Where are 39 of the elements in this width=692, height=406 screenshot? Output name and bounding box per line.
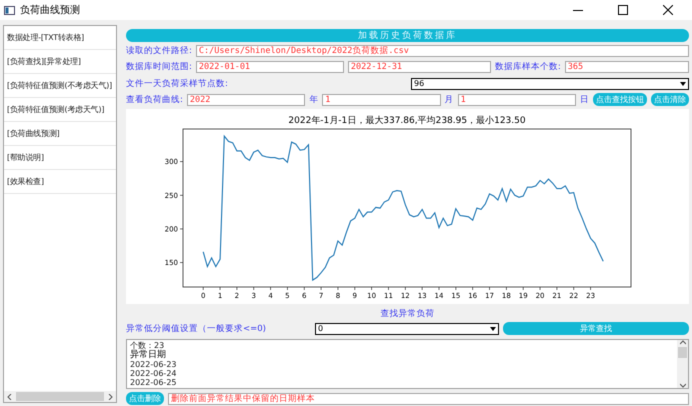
end-date-field[interactable]: 2022-12-31 bbox=[348, 61, 491, 74]
load-database-button[interactable]: 加载历史负荷数据库 bbox=[126, 29, 689, 42]
close-icon bbox=[663, 5, 673, 15]
view-curve-label: 查看负荷曲线: bbox=[126, 94, 183, 106]
clear-button[interactable]: 点击清除 bbox=[651, 93, 689, 106]
caret-icon bbox=[490, 326, 496, 331]
sampling-nodes-dropdown[interactable]: 96 bbox=[411, 78, 689, 90]
caret-icon bbox=[680, 82, 686, 86]
app-icon bbox=[4, 6, 15, 14]
list-line: 2022-06-24 bbox=[130, 368, 178, 378]
day-field[interactable]: 1 bbox=[458, 94, 576, 106]
maximize-icon bbox=[618, 5, 628, 15]
window-title: 负荷曲线预测 bbox=[20, 4, 80, 17]
year-field[interactable]: 2022 bbox=[186, 94, 306, 106]
sampling-nodes-label: 文件一天负荷采样节点数: bbox=[126, 78, 228, 90]
year-label: 年 bbox=[309, 94, 318, 106]
vertical-scrollbar[interactable] bbox=[677, 340, 688, 388]
day-label: 日 bbox=[580, 94, 589, 106]
anomaly-find-button[interactable]: 异常查找 bbox=[503, 322, 689, 336]
chart-title: 2022年-1月-1日，最大337.86,平均238.95，最小123.50 bbox=[288, 116, 526, 126]
delete-button[interactable]: 点击删除 bbox=[126, 392, 164, 406]
list-line: 个数：23 bbox=[130, 340, 164, 350]
sample-count-label: 数据库样本个数: bbox=[494, 61, 561, 74]
threshold-dropdown[interactable]: 0 bbox=[315, 322, 499, 335]
start-date-field[interactable]: 2022-01-01 bbox=[196, 61, 344, 74]
file-path-field[interactable]: C:/Users/Shinelon/Desktop/2022负荷数据.csv bbox=[196, 45, 689, 58]
anomaly-heading: 查找异常负荷 bbox=[380, 308, 436, 320]
sample-count-field[interactable]: 365 bbox=[564, 61, 689, 74]
list-line: 2022-06-25 bbox=[130, 378, 178, 387]
month-label: 月 bbox=[444, 94, 454, 106]
month-field[interactable]: 1 bbox=[322, 94, 441, 106]
list-line: 2022-06-23 bbox=[130, 360, 178, 369]
threshold-label: 异常低分阈值设置（一般要求<=0) bbox=[126, 322, 266, 335]
horizontal-scrollbar[interactable] bbox=[4, 391, 116, 402]
list-heading: 异常日期 bbox=[130, 350, 167, 360]
find-button[interactable]: 点击查找按钮 bbox=[593, 93, 647, 106]
file-path-label: 读取的文件路径: bbox=[126, 45, 192, 58]
date-range-label: 数据库时间范围: bbox=[126, 61, 192, 74]
delete-info-field[interactable]: 删除前面异常结果中保留的日期样本 bbox=[168, 392, 689, 405]
